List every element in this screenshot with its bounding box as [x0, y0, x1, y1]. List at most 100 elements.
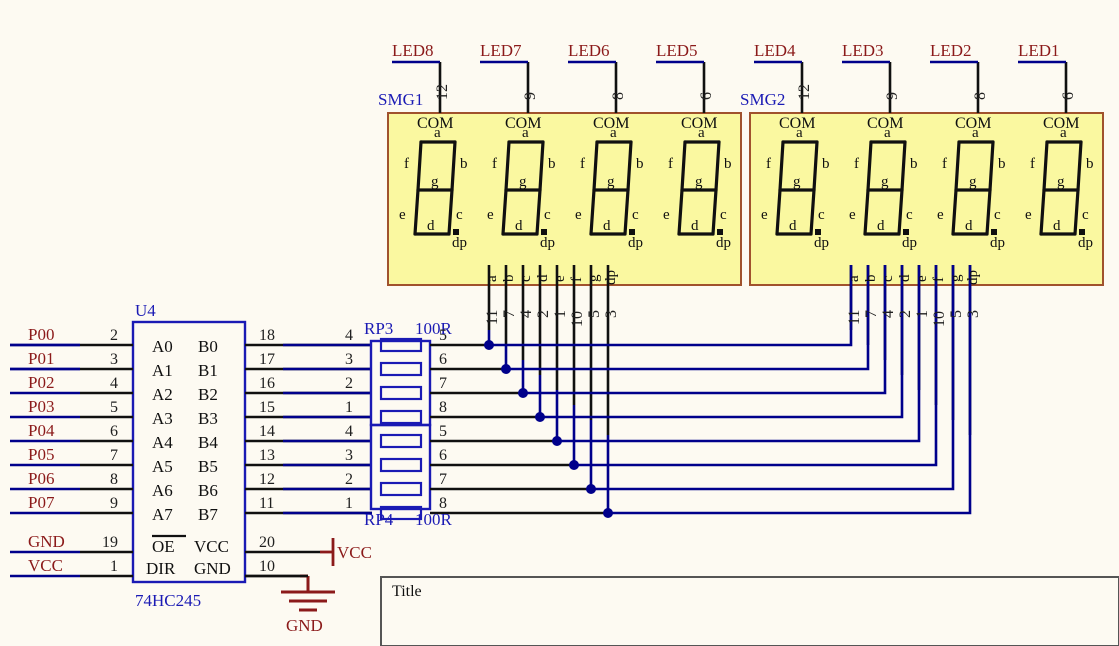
smg1-pinseg-f: f [570, 277, 585, 282]
smg2-pinnum-g: 5 [949, 310, 965, 318]
u4-left-pinnum-6: 6 [110, 424, 118, 440]
net-label-gnd-u4[interactable]: GND [28, 533, 65, 550]
rp4-left-pin-4: 4 [345, 424, 353, 440]
smg2-d4-seg-e: e [1025, 208, 1032, 223]
u4-pinname-a6: A6 [152, 482, 173, 499]
rp3-right-pin-5: 5 [439, 328, 447, 344]
smg2-d2-seg-a: a [884, 126, 891, 141]
smg1-pinseg-a: a [485, 275, 500, 282]
u4-left-pinnum-5: 5 [110, 400, 118, 416]
net-label-led3[interactable]: LED3 [842, 42, 884, 59]
u4-pinname-dir: DIR [146, 560, 175, 577]
u4-pinname-b6: B6 [198, 482, 218, 499]
smg1-pinseg-dp: dp [604, 270, 619, 285]
value-rp4[interactable]: 100R [415, 511, 452, 528]
net-label-led8[interactable]: LED8 [392, 42, 434, 59]
smg1-pinnum-d: 2 [536, 310, 552, 318]
smg1-d2-seg-dp: dp [540, 236, 555, 251]
smg2-com-pin-12: 12 [797, 84, 813, 100]
net-label-p04[interactable]: P04 [28, 422, 54, 439]
u4-pinname-a2: A2 [152, 386, 173, 403]
net-label-p06[interactable]: P06 [28, 470, 54, 487]
u4-left-pinnum-2: 2 [110, 328, 118, 344]
smg2-d3-seg-e: e [937, 208, 944, 223]
smg2-d1-seg-a: a [796, 126, 803, 141]
smg2-d1-seg-f: f [766, 157, 771, 172]
smg1-d3-seg-a: a [610, 126, 617, 141]
u4-pinname-b5: B5 [198, 458, 218, 475]
u4-pinname-a7: A7 [152, 506, 173, 523]
refdes-smg2[interactable]: SMG2 [740, 91, 785, 108]
smg2-pinnum-e: 1 [915, 310, 931, 318]
net-label-led4[interactable]: LED4 [754, 42, 796, 59]
smg2-pinseg-dp: dp [966, 270, 981, 285]
smg2-d4-seg-dp: dp [1078, 236, 1093, 251]
rp3-left-pin-3: 3 [345, 352, 353, 368]
smg1-d1-seg-f: f [404, 157, 409, 172]
smg1-com-pin-12: 12 [435, 84, 451, 100]
smg2-com-pin-6: 6 [1061, 92, 1077, 100]
smg1-d2-seg-c: c [544, 208, 551, 223]
smg2-d1-seg-c: c [818, 208, 825, 223]
u4-pinname-a5: A5 [152, 458, 173, 475]
net-label-p03[interactable]: P03 [28, 398, 54, 415]
value-u4[interactable]: 74HC245 [135, 592, 201, 609]
rp4-right-pin-7: 7 [439, 472, 447, 488]
refdes-u4[interactable]: U4 [135, 302, 156, 319]
smg2-pinnum-b: 7 [864, 310, 880, 318]
vcc-label[interactable]: VCC [337, 544, 372, 561]
smg1-d3-seg-b: b [636, 157, 644, 172]
u4-right-pinnum-20: 20 [259, 535, 275, 551]
u4-left-pinnum-8: 8 [110, 472, 118, 488]
smg1-d3-seg-dp: dp [628, 236, 643, 251]
u4-right-pinnum-14: 14 [259, 424, 275, 440]
smg1-d4-seg-b: b [724, 157, 732, 172]
rp4-left-pin-3: 3 [345, 448, 353, 464]
net-label-p07[interactable]: P07 [28, 494, 54, 511]
smg2-d1-seg-dp: dp [814, 236, 829, 251]
u4-pinname-b7: B7 [198, 506, 218, 523]
refdes-rp3[interactable]: RP3 [364, 320, 393, 337]
smg2-d2-seg-dp: dp [902, 236, 917, 251]
rp4-left-pin-2: 2 [345, 472, 353, 488]
smg2-d2-seg-e: e [849, 208, 856, 223]
rp4-left-pin-1: 1 [345, 496, 353, 512]
smg1-d2-seg-f: f [492, 157, 497, 172]
schematic-sheet: LED8 LED7 LED6 LED5 LED4 LED3 LED2 LED1 … [0, 0, 1119, 646]
net-label-p02[interactable]: P02 [28, 374, 54, 391]
net-label-led6[interactable]: LED6 [568, 42, 610, 59]
smg2-d4-seg-c: c [1082, 208, 1089, 223]
smg2-com-pin-8: 8 [973, 92, 989, 100]
u4-pinname-b2: B2 [198, 386, 218, 403]
smg2-d3-seg-d: d [965, 219, 973, 234]
smg1-d1-seg-d: d [427, 219, 435, 234]
net-label-p00[interactable]: P00 [28, 326, 54, 343]
gnd-label[interactable]: GND [286, 617, 323, 634]
smg1-d3-seg-d: d [603, 219, 611, 234]
refdes-smg1[interactable]: SMG1 [378, 91, 423, 108]
net-label-led5[interactable]: LED5 [656, 42, 698, 59]
u4-left-pinnum-9: 9 [110, 496, 118, 512]
u4-pinname-a0: A0 [152, 338, 173, 355]
net-label-led7[interactable]: LED7 [480, 42, 522, 59]
smg1-d1-seg-g: g [431, 175, 439, 190]
smg2-pinnum-dp: 3 [966, 310, 982, 318]
smg1-d4-seg-e: e [663, 208, 670, 223]
smg2-d3-seg-f: f [942, 157, 947, 172]
smg1-d2-seg-g: g [519, 175, 527, 190]
net-label-p01[interactable]: P01 [28, 350, 54, 367]
net-label-led1[interactable]: LED1 [1018, 42, 1060, 59]
u4-pinname-oe: OE [152, 538, 175, 555]
refdes-rp4[interactable]: RP4 [364, 511, 393, 528]
rp3-right-pin-7: 7 [439, 376, 447, 392]
net-label-p05[interactable]: P05 [28, 446, 54, 463]
net-label-led2[interactable]: LED2 [930, 42, 972, 59]
smg2-d4-seg-a: a [1060, 126, 1067, 141]
rp3-left-pin-4: 4 [345, 328, 353, 344]
u4-pinname-b4: B4 [198, 434, 218, 451]
net-label-vcc-u4[interactable]: VCC [28, 557, 63, 574]
resistor-elements [381, 339, 421, 519]
smg2-pinseg-a: a [847, 275, 862, 282]
smg1-pinnum-g: 5 [587, 310, 603, 318]
smg1-d1-seg-c: c [456, 208, 463, 223]
